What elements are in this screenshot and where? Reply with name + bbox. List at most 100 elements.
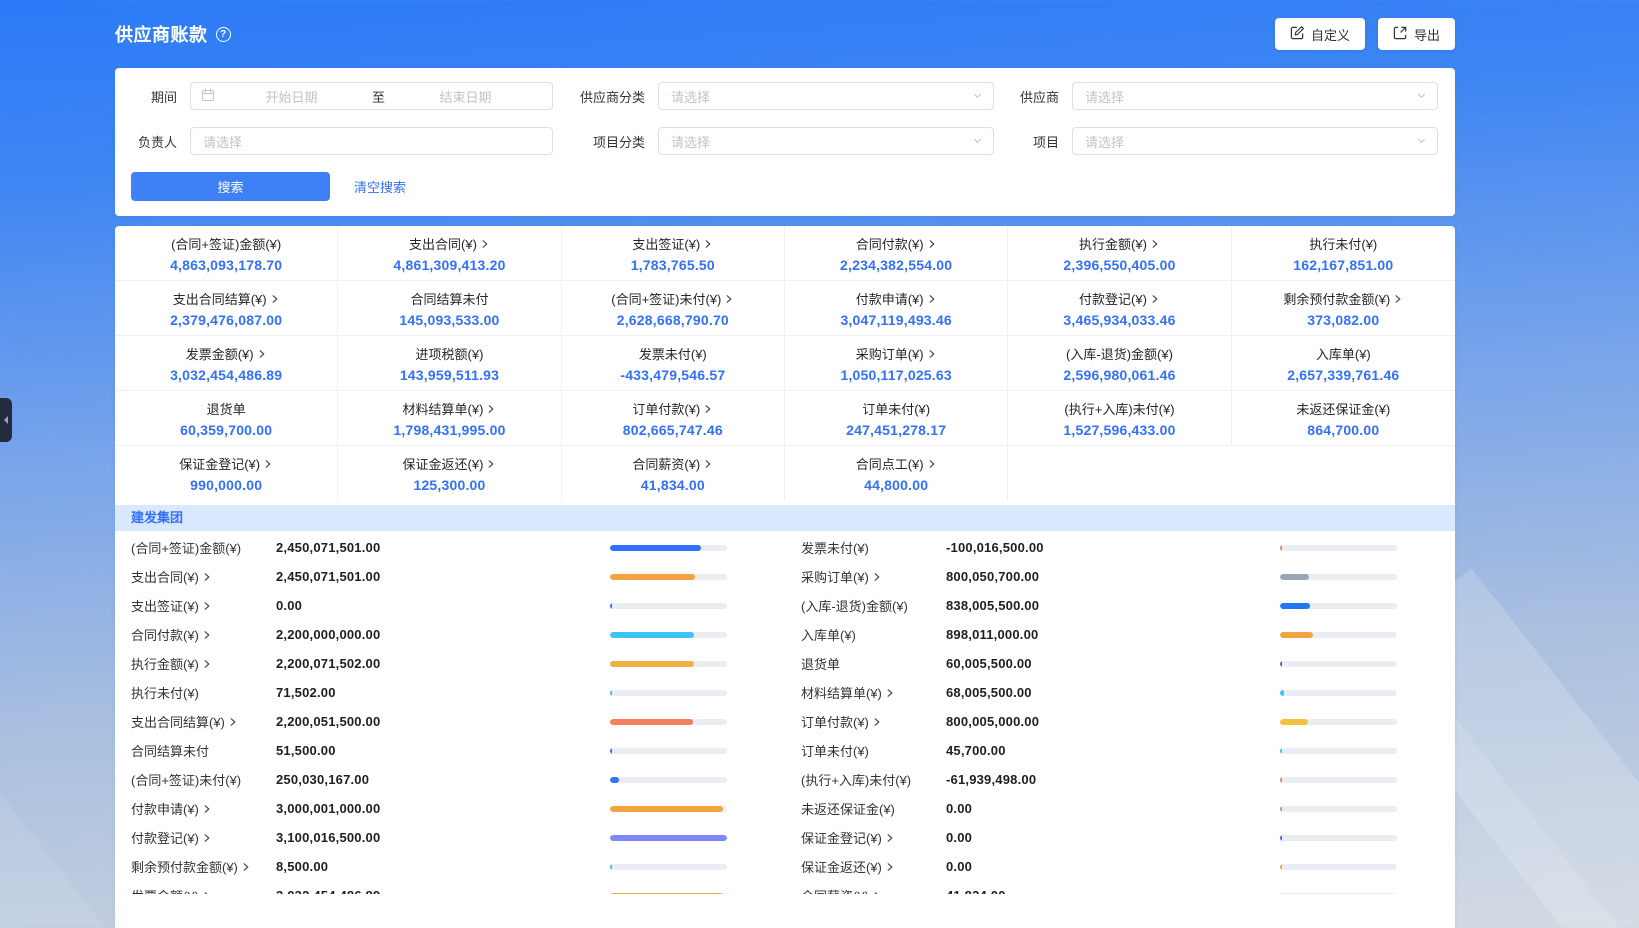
stat-label[interactable]: 支出合同结算(¥) [173,289,280,308]
supplier-category-select[interactable]: 请选择 [658,82,994,110]
metric-label[interactable]: 合同薪资(¥) [801,886,946,894]
metric-value: 0.00 [946,859,1280,874]
metric-label: (入库-退货)金额(¥) [801,596,946,615]
stat-cell: 合同点工(¥)44,800.00 [785,446,1008,501]
help-icon[interactable]: ? [216,27,231,42]
detail-row: (合同+签证)未付(¥)250,030,167.00 [115,765,785,794]
metric-label[interactable]: 付款登记(¥) [131,828,276,847]
metric-bar-fill [1280,661,1282,667]
detail-row: (执行+入库)未付(¥)-61,939,498.00 [785,765,1455,794]
metric-bar [1280,632,1397,638]
stat-label[interactable]: 发票金额(¥) [186,344,267,363]
stat-cell-empty [1232,446,1455,501]
metric-bar-fill [1280,777,1282,783]
metric-bar-fill [610,777,619,783]
stat-label[interactable]: 支出签证(¥) [632,234,713,253]
stat-label[interactable]: 合同点工(¥) [856,454,937,473]
export-label: 导出 [1414,25,1440,44]
stat-label[interactable]: 采购订单(¥) [856,344,937,363]
metric-label: (合同+签证)未付(¥) [131,770,276,789]
metric-label[interactable]: 发票金额(¥) [131,886,276,894]
calendar-icon [201,88,215,105]
export-button[interactable]: 导出 [1378,18,1455,50]
metric-label: 入库单(¥) [801,625,946,644]
stat-value: 373,082.00 [1307,312,1379,328]
metric-value: 0.00 [276,598,610,613]
customize-button[interactable]: 自定义 [1275,18,1365,50]
stat-label[interactable]: 合同付款(¥) [856,234,937,253]
main-content: 供应商账款 ? 自定义 导出 期间 开始日期 至 结束日期 供应商分类 [115,0,1455,928]
period-label: 期间 [131,87,190,106]
clear-search-link[interactable]: 清空搜索 [354,177,406,196]
stat-cell: (合同+签证)未付(¥) 2,628,668,790.70 [562,281,785,336]
supplier-select[interactable]: 请选择 [1072,82,1438,110]
stat-label[interactable]: 保证金登记(¥) [179,454,273,473]
metric-label[interactable]: 保证金返还(¥) [801,857,946,876]
metric-label[interactable]: 执行金额(¥) [131,654,276,673]
search-button[interactable]: 搜索 [131,172,330,201]
stat-value: 145,093,533.00 [399,312,499,328]
metric-bar [610,661,727,667]
stat-label[interactable]: 支出合同(¥) [409,234,490,253]
stat-value: 143,959,511.93 [400,367,499,383]
stat-cell-empty [1008,446,1231,501]
metric-label: (合同+签证)金额(¥) [131,538,276,557]
metric-bar [1280,893,1397,895]
metric-label[interactable]: 剩余预付款金额(¥) [131,857,276,876]
metric-bar [610,748,727,754]
export-icon [1393,25,1408,43]
group-detail: (合同+签证)金额(¥)2,450,071,501.00支出合同(¥)2,450… [115,531,1455,894]
stat-value: 162,167,851.00 [1293,257,1393,273]
select-placeholder: 请选择 [671,87,710,106]
chevron-right-icon [872,717,882,727]
stat-value: 1,798,431,995.00 [393,422,505,438]
stat-label[interactable]: 付款申请(¥) [856,289,937,308]
stat-label[interactable]: 材料结算单(¥) [403,399,497,418]
metric-label[interactable]: 付款申请(¥) [131,799,276,818]
chevron-right-icon [228,717,238,727]
stat-label: 未返还保证金(¥) [1296,399,1390,418]
stat-label[interactable]: 付款登记(¥) [1079,289,1160,308]
stat-value: 2,628,668,790.70 [617,312,729,328]
stat-label[interactable]: 合同薪资(¥) [632,454,713,473]
metric-label[interactable]: 合同付款(¥) [131,625,276,644]
metric-bar [1280,603,1397,609]
chevron-right-icon [703,459,713,469]
project-category-select[interactable]: 请选择 [658,127,994,155]
metric-label[interactable]: 材料结算单(¥) [801,683,946,702]
metric-value: 250,030,167.00 [276,772,610,787]
range-separator: 至 [368,87,389,106]
stat-cell: 进项税额(¥)143,959,511.93 [338,336,561,391]
date-range-picker[interactable]: 开始日期 至 结束日期 [190,82,553,110]
stat-cell: (合同+签证)金额(¥)4,863,093,178.70 [115,226,338,281]
stat-label[interactable]: (合同+签证)未付(¥) [611,289,734,308]
metric-label[interactable]: 保证金登记(¥) [801,828,946,847]
metric-value: 60,005,500.00 [946,656,1280,671]
edit-icon [1290,25,1305,43]
stat-cell: 付款登记(¥)3,465,934,033.46 [1008,281,1231,336]
stat-label[interactable]: 订单付款(¥) [632,399,713,418]
metric-bar-fill [610,835,727,841]
project-select[interactable]: 请选择 [1072,127,1438,155]
side-drawer-handle[interactable] [0,398,12,442]
stat-label: 订单未付(¥) [862,399,930,418]
stat-label[interactable]: 剩余预付款金额(¥) [1283,289,1403,308]
detail-row: (合同+签证)金额(¥)2,450,071,501.00 [115,533,785,562]
stat-cell: 采购订单(¥)1,050,117,025.63 [785,336,1008,391]
metric-label: 退货单 [801,654,946,673]
metric-label: (执行+入库)未付(¥) [801,770,946,789]
stat-value: 3,032,454,486.89 [170,367,282,383]
metric-label[interactable]: 采购订单(¥) [801,567,946,586]
metric-bar [610,603,727,609]
stat-label[interactable]: 保证金返还(¥) [403,454,497,473]
metric-label[interactable]: 支出签证(¥) [131,596,276,615]
stat-value: 2,596,980,061.46 [1063,367,1175,383]
stat-cell: 退货单60,359,700.00 [115,391,338,446]
metric-label[interactable]: 支出合同(¥) [131,567,276,586]
metric-label[interactable]: 订单付款(¥) [801,712,946,731]
metric-label[interactable]: 支出合同结算(¥) [131,712,276,731]
metric-bar-fill [610,661,694,667]
customize-label: 自定义 [1311,25,1350,44]
stat-label[interactable]: 执行金额(¥) [1079,234,1160,253]
owner-select[interactable]: 请选择 [190,127,553,155]
